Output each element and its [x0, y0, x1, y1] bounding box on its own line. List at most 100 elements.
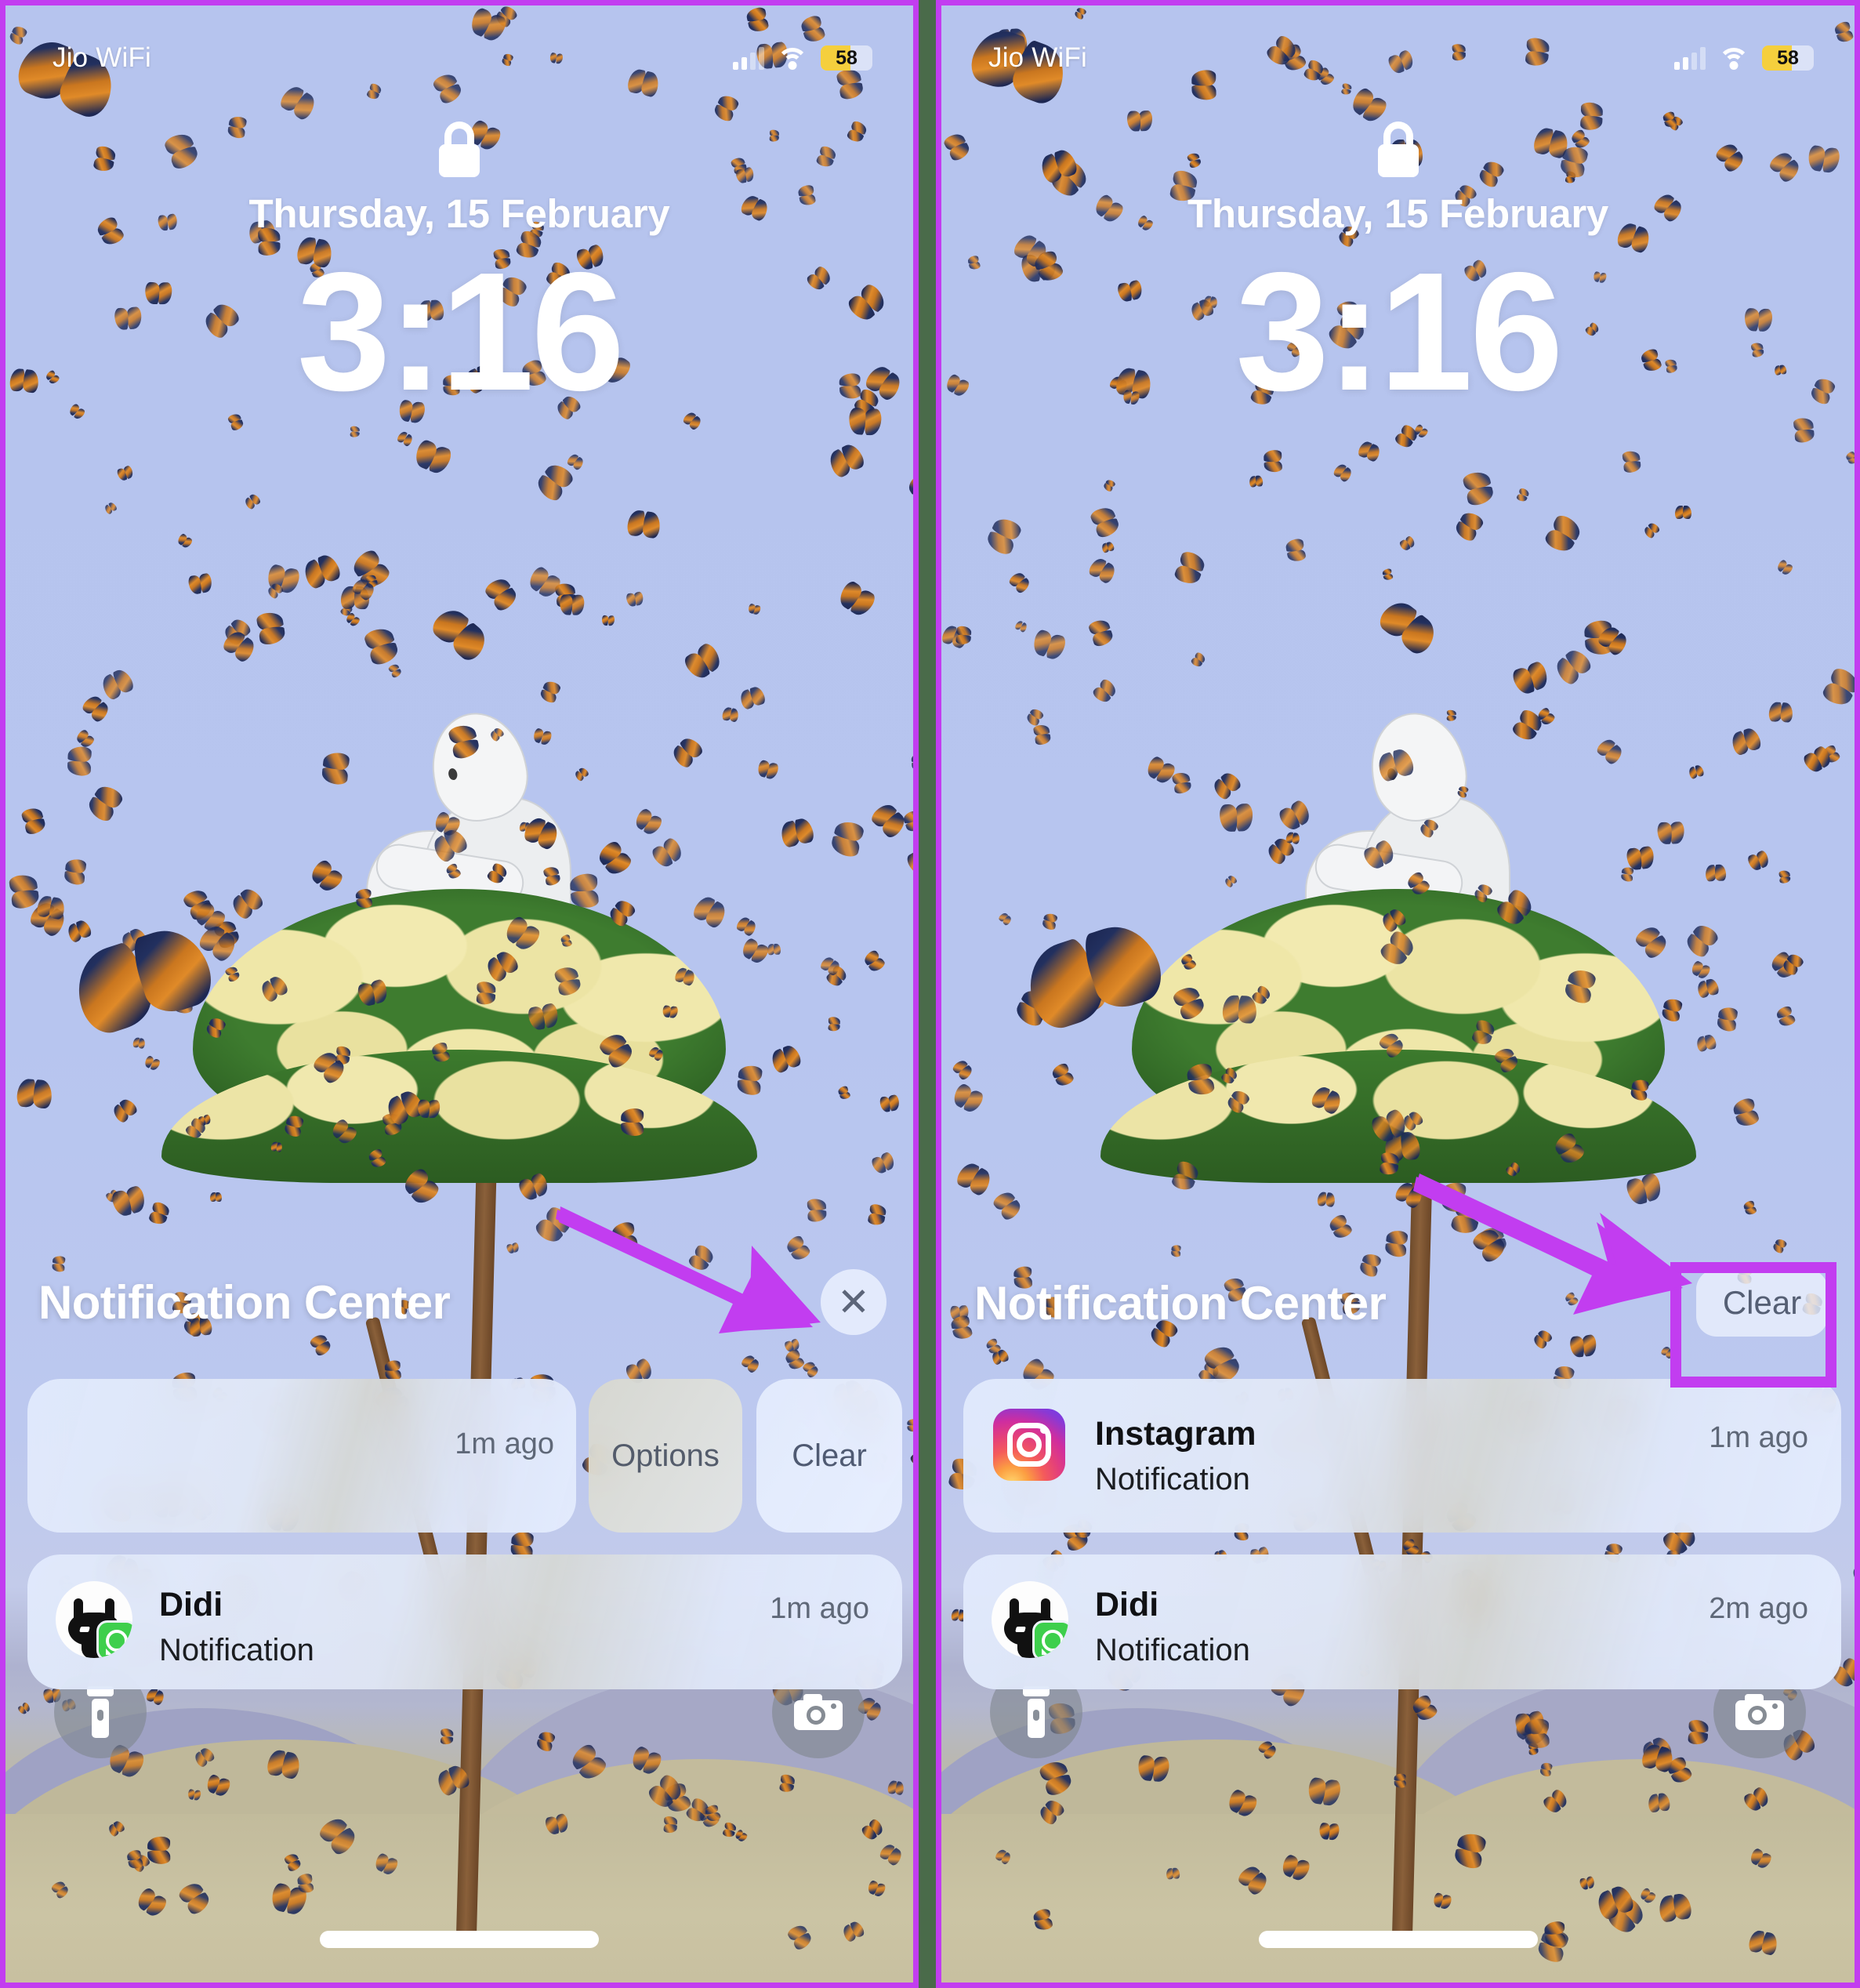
butterfly-icon: [1326, 1213, 1354, 1242]
butterfly-icon: [1768, 149, 1804, 185]
butterfly-icon: [815, 144, 838, 169]
butterfly-icon: [1716, 1006, 1739, 1032]
butterfly-icon: [911, 753, 913, 771]
butterfly-icon: [339, 602, 354, 618]
butterfly-icon: [1662, 111, 1678, 129]
butterfly-icon: [1316, 1191, 1336, 1207]
butterfly-icon: [412, 438, 454, 477]
butterfly-icon: [1565, 170, 1576, 184]
lock-icon: [1377, 122, 1419, 177]
butterfly-icon: [147, 1200, 171, 1227]
butterfly-icon: [20, 806, 47, 836]
butterfly-icon: [1742, 1199, 1757, 1217]
butterfly-icon: [191, 900, 228, 935]
notification-app-name: Didi: [159, 1586, 223, 1623]
butterfly-icon: [649, 836, 685, 871]
butterfly-icon: [363, 625, 401, 667]
butterfly-icon: [1746, 850, 1771, 873]
butterfly-icon: [439, 1729, 454, 1745]
clear-button[interactable]: Clear: [1696, 1269, 1828, 1337]
butterfly-icon: [16, 1078, 53, 1109]
butterfly-icon: [1821, 744, 1841, 765]
butterfly-icon: [1620, 866, 1634, 883]
notification-app-name: Instagram: [1095, 1415, 1256, 1453]
butterfly-icon: [340, 586, 369, 610]
butterfly-icon: [955, 626, 972, 645]
butterfly-icon: [1771, 1237, 1788, 1255]
butterfly-icon: [344, 611, 361, 629]
butterfly-icon: [1621, 450, 1642, 474]
butterfly-icon: [1532, 125, 1570, 159]
butterfly-icon: [902, 809, 913, 833]
notification-row-didi[interactable]: Didi Notification 1m ago: [27, 1554, 902, 1689]
butterfly-icon: [1087, 618, 1115, 648]
butterfly-icon: [767, 943, 781, 956]
butterfly-icon: [1263, 449, 1282, 473]
butterfly-icon: [243, 492, 262, 510]
butterfly-icon: [396, 430, 415, 447]
notification-row-didi[interactable]: Didi Notification 2m ago: [963, 1554, 1841, 1689]
butterfly-icon: [1170, 1245, 1181, 1257]
butterfly-icon: [626, 509, 662, 540]
butterfly-icon: [554, 582, 577, 608]
butterfly-icon: [483, 575, 520, 613]
butterfly-icon: [172, 989, 194, 1014]
butterfly-icon: [825, 963, 850, 989]
butterfly-icon: [350, 426, 361, 438]
butterfly-icon: [1384, 1229, 1409, 1258]
butterfly-icon: [1844, 451, 1855, 466]
notification-center-title: Notification Center: [38, 1275, 451, 1329]
butterfly-icon: [227, 115, 248, 140]
butterfly-icon: [533, 459, 576, 504]
butterfly-icon: [984, 1337, 1003, 1356]
butterfly-icon: [1102, 477, 1116, 492]
butterfly-icon: [181, 886, 215, 922]
butterfly-icon: [1695, 977, 1720, 999]
notification-center-title: Notification Center: [974, 1276, 1387, 1330]
butterfly-icon: [837, 1086, 851, 1101]
butterfly-icon: [109, 1184, 147, 1219]
butterfly-icon: [905, 469, 913, 509]
butterfly-icon: [116, 465, 135, 482]
butterfly-icon: [1558, 145, 1589, 180]
butterfly-icon: [1695, 1033, 1717, 1053]
butterfly-icon: [845, 119, 868, 144]
butterfly-icon: [1821, 666, 1855, 709]
figure-eye: [447, 767, 459, 782]
notification-row-swiped[interactable]: 1m ago: [27, 1379, 576, 1533]
butterfly-icon: [1398, 535, 1416, 552]
butterfly-icon: [1682, 921, 1720, 960]
status-icons: 58: [733, 45, 872, 71]
notification-row-instagram[interactable]: Instagram Notification 1m ago: [963, 1379, 1841, 1533]
lock-icon: [439, 122, 480, 177]
battery-level-label: 58: [1777, 47, 1799, 69]
camera-icon: [1735, 1694, 1784, 1730]
butterfly-icon: [67, 746, 92, 777]
butterfly-icon: [1510, 659, 1551, 697]
notification-app-name: Didi: [1095, 1586, 1159, 1623]
butterfly-icon: [952, 1057, 975, 1082]
butterfly-icon: [1806, 144, 1841, 174]
butterfly-icon: [143, 1054, 161, 1072]
notification-clear-button[interactable]: Clear: [756, 1379, 902, 1533]
butterfly-icon: [80, 692, 112, 724]
battery-low-power-icon: 58: [1762, 45, 1814, 71]
butterfly-icon: [1031, 629, 1068, 662]
butterfly-icon: [736, 1065, 763, 1097]
home-indicator[interactable]: [320, 1931, 599, 1948]
butterfly-icon: [1713, 140, 1747, 175]
butterfly-icon: [36, 894, 66, 921]
battery-low-power-icon: 58: [821, 45, 872, 71]
butterfly-icon: [997, 911, 1013, 927]
butterfly-icon: [1781, 952, 1805, 978]
home-indicator[interactable]: [1258, 1931, 1538, 1948]
butterfly-icon: [27, 898, 69, 939]
phone-panel-left: Jio WiFi 58 Thursday, 15 February 3:16 N…: [0, 0, 919, 1988]
cellular-bars-icon: [1674, 46, 1706, 70]
butterfly-icon: [1462, 469, 1496, 507]
butterfly-icon: [1768, 701, 1793, 723]
butterfly-icon: [1088, 504, 1122, 540]
butterfly-icon: [1778, 870, 1791, 884]
butterfly-icon: [256, 610, 287, 646]
options-button[interactable]: Options: [589, 1379, 742, 1533]
